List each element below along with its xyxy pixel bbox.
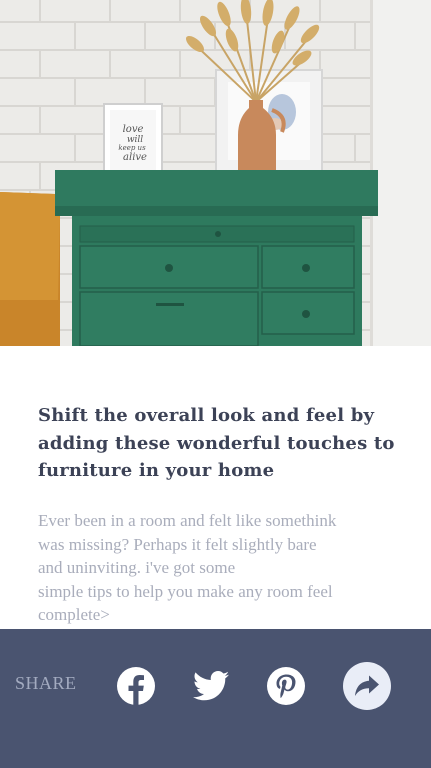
article-description: Ever been in a room and felt like someth… <box>38 509 400 627</box>
pinterest-share-button[interactable] <box>262 662 310 710</box>
description-line: simple tips to help you make any room fe… <box>38 581 333 601</box>
share-arrow-button[interactable] <box>343 662 391 710</box>
twitter-share-button[interactable] <box>187 662 235 710</box>
article-title: Shift the overall look and feel by addin… <box>38 405 395 481</box>
svg-text:love: love <box>123 124 144 135</box>
svg-text:alive: alive <box>123 152 147 163</box>
svg-text:keep us: keep us <box>118 144 146 152</box>
description-line: was missing? Perhaps it felt slightly ba… <box>38 534 317 554</box>
pinterest-icon <box>267 667 305 705</box>
description-line: Ever been in a room and felt like someth… <box>38 511 337 530</box>
article-content: Shift the overall look and feel by addin… <box>0 346 431 629</box>
facebook-icon <box>117 667 155 705</box>
description-line: and uninviting. i've got some <box>38 558 236 577</box>
description-line: complete> <box>38 605 110 624</box>
twitter-icon <box>193 671 229 701</box>
facebook-share-button[interactable] <box>112 662 160 710</box>
share-label: SHARE <box>15 673 77 693</box>
share-bar: SHARE <box>0 629 431 768</box>
share-arrow-icon <box>355 675 379 696</box>
hero-image: love will keep us alive <box>0 0 431 346</box>
